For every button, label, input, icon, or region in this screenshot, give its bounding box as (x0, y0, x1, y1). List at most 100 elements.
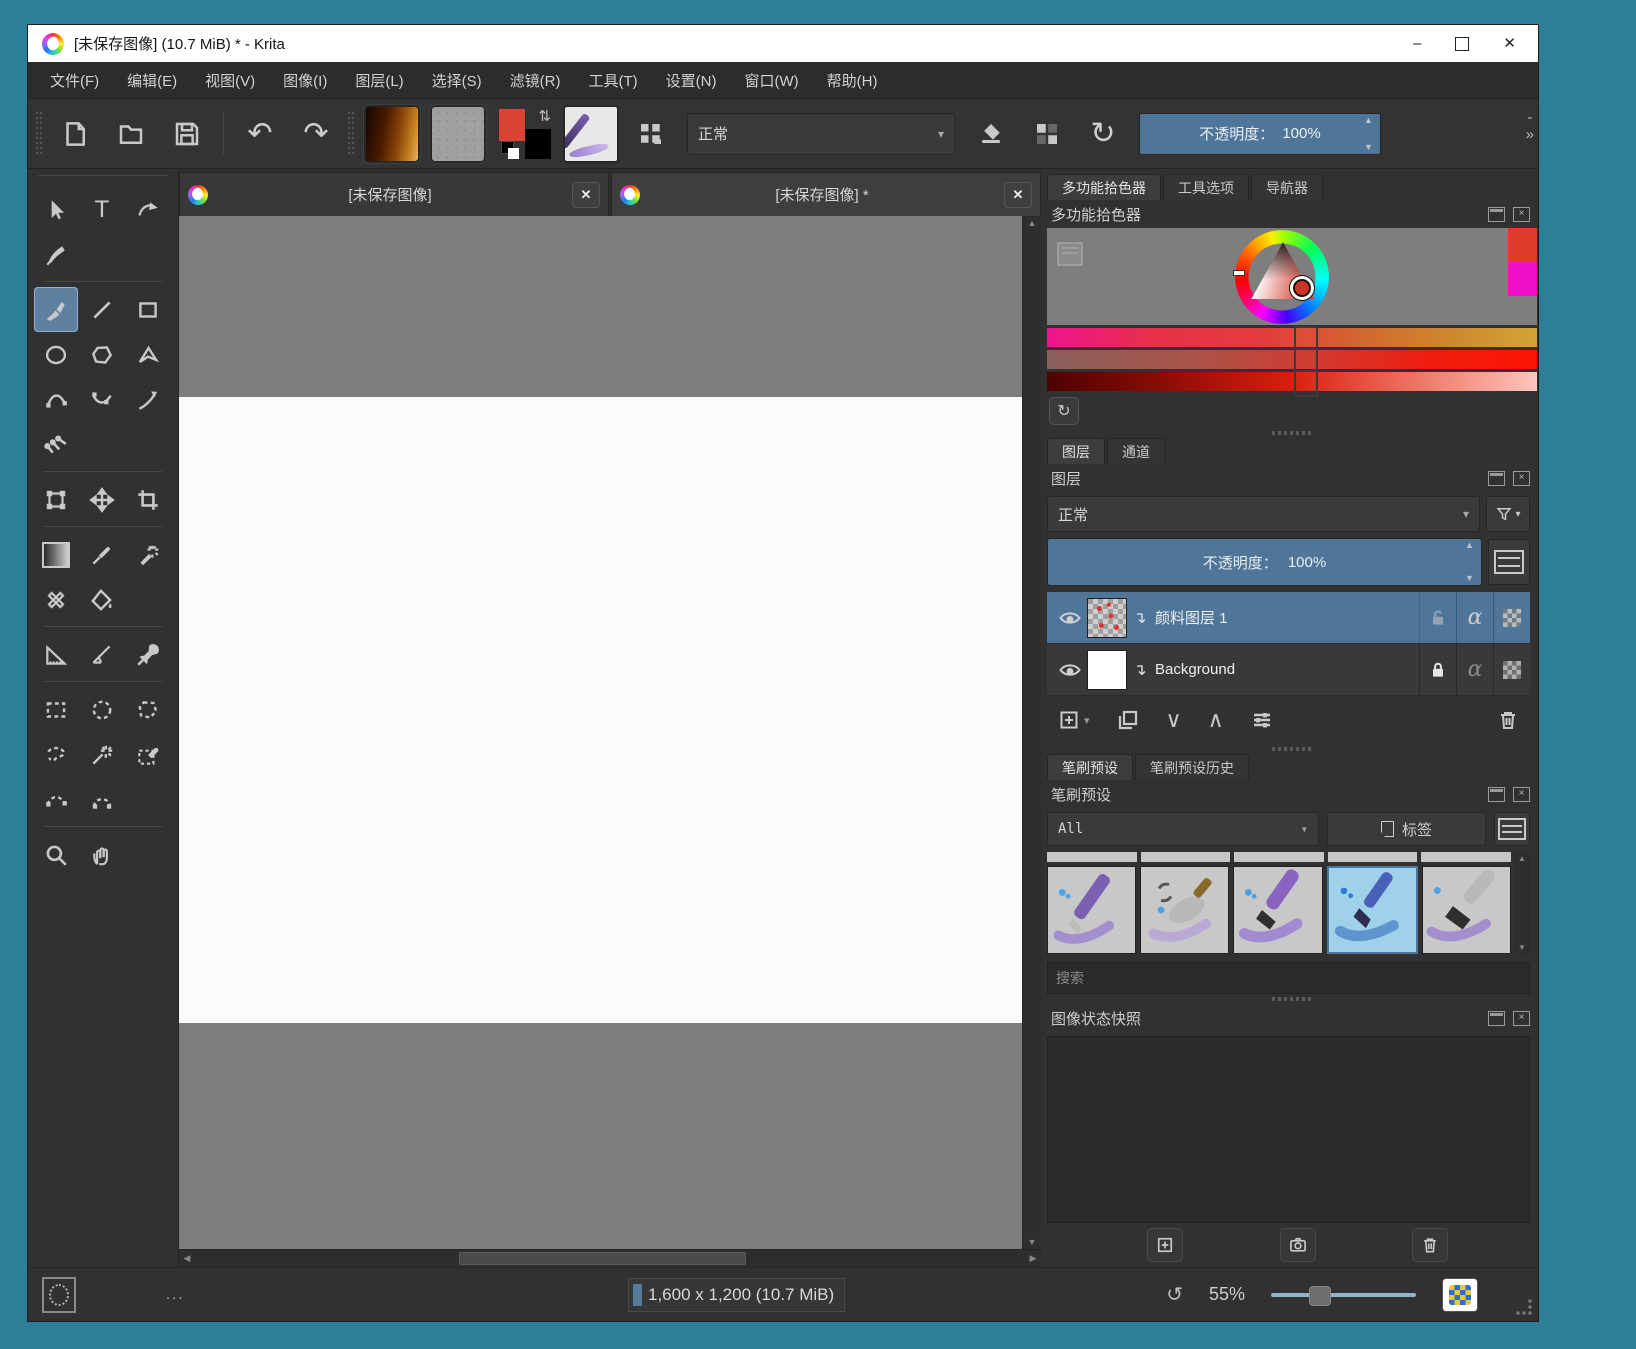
last-color-red[interactable] (1508, 228, 1537, 262)
tool-measure[interactable] (80, 632, 124, 677)
tool-contiguous-select[interactable] (80, 732, 124, 777)
duplicate-layer-button[interactable] (1116, 708, 1140, 732)
docker-close-icon[interactable]: × (1513, 207, 1530, 222)
advanced-color-selector[interactable] (1047, 228, 1537, 325)
menu-file[interactable]: 文件(F) (38, 65, 111, 96)
tool-calligraphy[interactable] (34, 232, 78, 277)
tool-magnetic-select[interactable] (80, 777, 124, 822)
document-tab-1[interactable]: [未保存图像] ✕ (179, 172, 609, 216)
swap-colors-icon[interactable]: ⇅ (538, 107, 551, 125)
layer-inherit-alpha-icon[interactable] (1493, 592, 1530, 643)
scroll-right-icon[interactable]: ▶ (1025, 1253, 1041, 1264)
tool-polyline[interactable] (126, 332, 170, 377)
move-layer-down-button[interactable]: ∨ (1166, 707, 1182, 733)
tab-close-button[interactable]: ✕ (1004, 182, 1032, 208)
layer-blend-mode-dropdown[interactable]: 正常 ▾ (1047, 496, 1480, 532)
undo-button[interactable]: ↶ (234, 107, 286, 161)
tool-bezier-curve[interactable] (34, 377, 78, 422)
last-used-colors[interactable] (1508, 228, 1537, 296)
layer-unlock-icon[interactable] (1419, 592, 1456, 643)
tool-colorize-mask[interactable] (126, 532, 170, 577)
tab-brush-preset-history[interactable]: 笔刷预设历史 (1135, 754, 1249, 780)
tool-smart-patch[interactable] (34, 577, 78, 622)
scroll-down-icon[interactable]: ▼ (1028, 1237, 1037, 1247)
zoom-slider-knob[interactable] (1309, 1286, 1331, 1306)
layer-opacity-slider[interactable]: 不透明度： 100% ▲ ▼ (1047, 538, 1482, 586)
layer-alpha-lock-icon[interactable]: α (1456, 592, 1493, 643)
tool-edit-shapes[interactable] (126, 187, 170, 232)
layer-thumbnail[interactable] (1087, 598, 1127, 638)
scroll-down-icon[interactable]: ▼ (1518, 943, 1526, 952)
window-resize-grip[interactable] (1516, 1299, 1534, 1317)
docker-splitter[interactable] (1047, 428, 1538, 438)
menu-image[interactable]: 图像(I) (271, 65, 339, 96)
foreground-color-swatch[interactable] (499, 109, 525, 141)
saturation-slider[interactable] (1047, 350, 1537, 369)
menu-edit[interactable]: 编辑(E) (115, 65, 189, 96)
layer-inherit-alpha-icon[interactable] (1493, 644, 1530, 695)
preset-scrollbar[interactable]: ▲ ▼ (1514, 852, 1530, 954)
minimize-button[interactable]: – (1413, 36, 1421, 51)
brush-preset-watercolor[interactable] (1327, 866, 1418, 954)
tool-crop[interactable] (126, 477, 170, 522)
layer-list-view-mode-button[interactable] (1488, 539, 1530, 585)
document-tab-2[interactable]: [未保存图像] * ✕ (611, 172, 1041, 216)
tool-transform[interactable] (34, 477, 78, 522)
tab-channels[interactable]: 通道 (1107, 438, 1165, 464)
layer-lock-icon[interactable] (1419, 644, 1456, 695)
tool-rectangle[interactable] (126, 287, 170, 332)
menu-view[interactable]: 视图(V) (193, 65, 267, 96)
snapshot-list[interactable] (1047, 1036, 1530, 1223)
brush-search-input[interactable] (1048, 970, 1529, 986)
delete-layer-button[interactable] (1496, 708, 1520, 732)
docker-float-icon[interactable] (1488, 207, 1505, 222)
tool-freehand-path[interactable] (80, 377, 124, 422)
view-mode-button[interactable] (1442, 1278, 1478, 1312)
tool-dynamic-brush[interactable] (126, 377, 170, 422)
move-layer-up-button[interactable]: ∧ (1208, 707, 1224, 733)
tool-pan[interactable] (80, 832, 124, 877)
new-document-button[interactable] (49, 107, 101, 161)
open-document-button[interactable] (105, 107, 157, 161)
spin-down-icon[interactable]: ▼ (1364, 143, 1378, 152)
redo-button[interactable]: ↷ (290, 107, 342, 161)
tool-reference-images[interactable] (126, 632, 170, 677)
toolbox-drag-handle[interactable] (38, 175, 168, 181)
tag-filter-dropdown[interactable]: All ▾ (1047, 812, 1319, 846)
tool-bezier-select[interactable] (34, 777, 78, 822)
tag-button[interactable]: 标签 (1327, 812, 1486, 846)
tool-polygon[interactable] (80, 332, 124, 377)
tool-freehand-brush[interactable] (34, 287, 78, 332)
toolbar-drag-handle[interactable] (36, 112, 43, 156)
tool-assistants[interactable] (34, 632, 78, 677)
scroll-up-icon[interactable]: ▲ (1028, 218, 1037, 228)
horizontal-scroll-thumb[interactable] (459, 1252, 746, 1265)
tool-gradient[interactable] (34, 532, 78, 577)
layer-row-paint-layer-1[interactable]: ↴ 颜料图层 1 α (1047, 592, 1530, 644)
menu-help[interactable]: 帮助(H) (815, 65, 890, 96)
vertical-scrollbar[interactable]: ▲ ▼ (1022, 216, 1041, 1249)
tab-brush-presets[interactable]: 笔刷预设 (1047, 754, 1133, 780)
tool-move[interactable] (80, 477, 124, 522)
hue-slider[interactable] (1047, 328, 1537, 347)
tool-color-sampler[interactable] (80, 532, 124, 577)
layer-properties-button[interactable] (1250, 708, 1274, 732)
tab-navigator[interactable]: 导航器 (1251, 174, 1323, 200)
add-layer-button[interactable]: ▾ (1057, 708, 1090, 732)
default-colors-icon[interactable] (501, 141, 519, 159)
tool-similar-color-select[interactable] (126, 732, 170, 777)
update-color-history-button[interactable]: ↻ (1049, 397, 1079, 425)
selector-settings-icon[interactable] (1057, 242, 1083, 266)
blend-mode-dropdown[interactable]: 正常 ▾ (687, 113, 955, 155)
reset-rotation-icon[interactable]: ↺ (1166, 1282, 1183, 1307)
docker-float-icon[interactable] (1488, 471, 1505, 486)
maximize-button[interactable] (1455, 37, 1469, 51)
layer-thumbnail[interactable] (1087, 650, 1127, 690)
toolbar-drag-handle-2[interactable] (348, 112, 355, 156)
tab-layers[interactable]: 图层 (1047, 438, 1105, 464)
tool-zoom[interactable] (34, 832, 78, 877)
visibility-eye-icon[interactable] (1053, 658, 1087, 682)
background-color-swatch[interactable] (525, 129, 551, 159)
zoom-slider[interactable] (1271, 1293, 1416, 1297)
tool-line[interactable] (80, 287, 124, 332)
